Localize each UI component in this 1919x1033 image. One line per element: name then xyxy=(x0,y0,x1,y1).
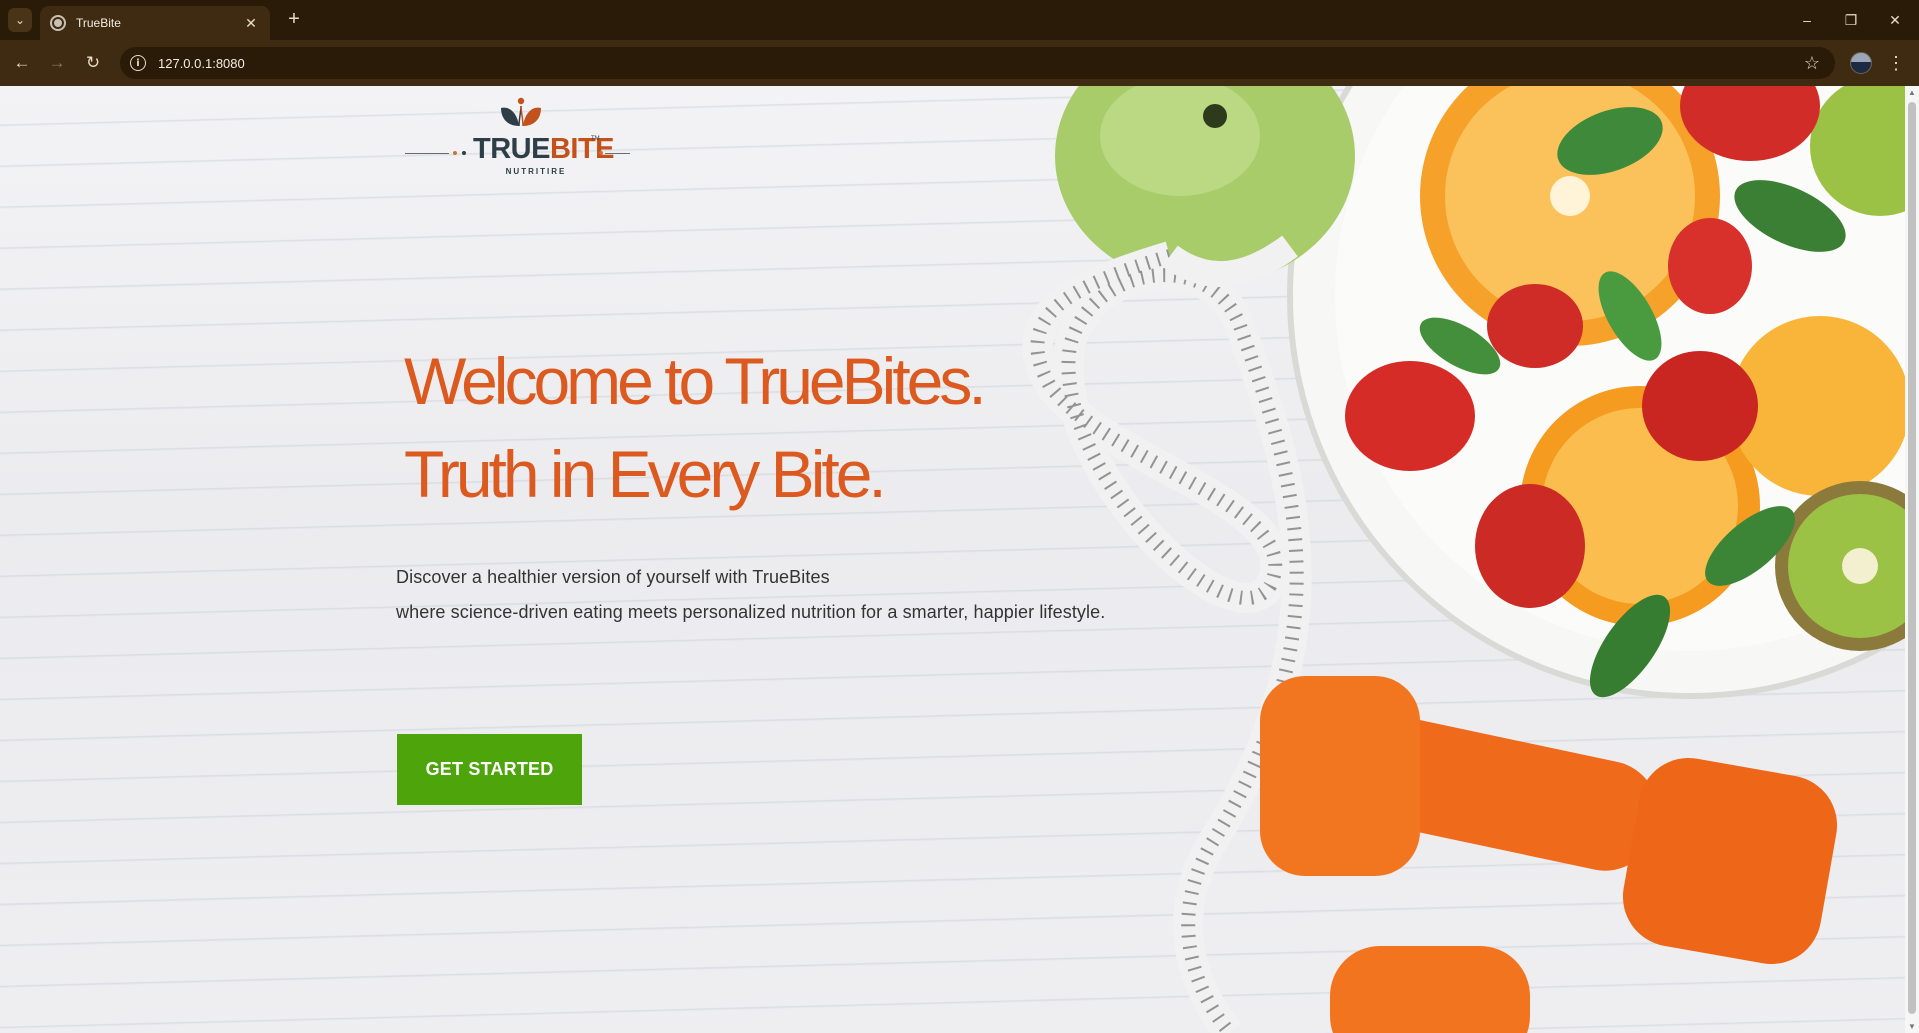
profile-avatar[interactable] xyxy=(1850,52,1872,74)
reload-icon[interactable]: ↻ xyxy=(80,50,106,76)
scrollbar-thumb[interactable] xyxy=(1908,102,1916,1014)
browser-tab-bar: ⌄ TrueBite ✕ + – ❐ ✕ xyxy=(0,0,1919,40)
logo-right-dot xyxy=(599,151,603,155)
scroll-down-arrow-icon[interactable]: ▼ xyxy=(1908,1022,1916,1031)
page-scrollbar[interactable]: ▲ ▼ xyxy=(1905,86,1919,1033)
logo-subtitle: NUTRITIRE xyxy=(505,167,567,176)
back-arrow-icon[interactable]: ← xyxy=(9,50,35,76)
logo-word-bite: BITE xyxy=(549,133,615,165)
page-viewport: TRUEBITE TM NUTRITIRE Welcome to TrueBit… xyxy=(0,86,1905,1033)
bookmark-star-icon[interactable]: ☆ xyxy=(1797,53,1827,74)
minimize-icon[interactable]: – xyxy=(1792,8,1822,32)
new-tab-plus-icon[interactable]: + xyxy=(282,8,306,32)
leaf-logo-icon xyxy=(501,97,541,127)
url-text[interactable]: 127.0.0.1:8080 xyxy=(158,56,1797,71)
tab-title: TrueBite xyxy=(76,16,121,30)
hero-description-line-1: Discover a healthier version of yourself… xyxy=(396,567,830,587)
truebite-logo[interactable]: TRUEBITE TM NUTRITIRE xyxy=(405,96,630,176)
logo-left-rule xyxy=(405,153,449,154)
logo-word-true: TRUE xyxy=(473,133,550,165)
browser-toolbar: ← → ↻ i 127.0.0.1:8080 ☆ ⋮ xyxy=(0,40,1919,86)
hero-headline-line-1: Welcome to TrueBites. xyxy=(404,344,987,418)
healthy-food-image xyxy=(1022,86,1905,1033)
logo-left-dot-2 xyxy=(462,151,466,155)
strawberry-shape xyxy=(1345,361,1475,471)
scroll-up-arrow-icon[interactable]: ▲ xyxy=(1908,88,1916,97)
hero-description-line-2: where science-driven eating meets person… xyxy=(396,602,1106,622)
tab-search-chevron-icon[interactable]: ⌄ xyxy=(8,8,32,32)
logo-left-dot xyxy=(453,151,457,155)
logo-trademark: TM xyxy=(591,136,600,142)
menu-kebab-icon[interactable]: ⋮ xyxy=(1886,51,1906,75)
hero-headline-line-2: Truth in Every Bite. xyxy=(404,437,887,511)
window-close-icon[interactable]: ✕ xyxy=(1880,8,1910,32)
logo-right-rule xyxy=(605,153,630,154)
restore-icon[interactable]: ❐ xyxy=(1836,8,1866,32)
get-started-button[interactable]: GET STARTED xyxy=(397,734,582,805)
tab-close-icon[interactable]: ✕ xyxy=(242,15,260,32)
measuring-tape-shape xyxy=(1022,241,1312,1033)
site-info-icon[interactable]: i xyxy=(130,55,146,71)
dumbbell-head-shape xyxy=(1260,676,1420,876)
forward-arrow-icon[interactable]: → xyxy=(44,50,70,76)
globe-icon xyxy=(50,15,66,31)
address-bar[interactable]: i 127.0.0.1:8080 ☆ xyxy=(120,47,1835,79)
browser-tab[interactable]: TrueBite ✕ xyxy=(40,6,270,40)
